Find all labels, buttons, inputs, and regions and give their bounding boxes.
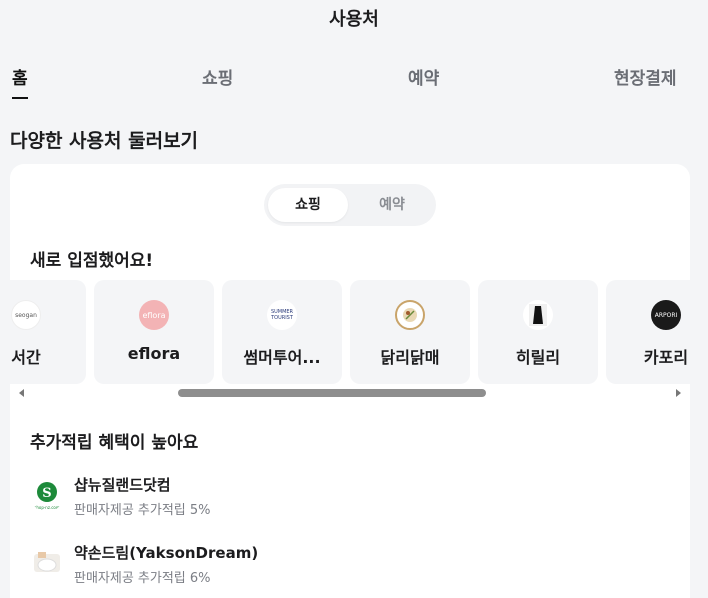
- capori-logo-icon: ARPORI: [651, 300, 681, 330]
- scrollbar-thumb[interactable]: [178, 389, 486, 397]
- store-tile-eflora[interactable]: eflora eflora: [94, 280, 214, 384]
- bonus-store-yaksondream[interactable]: 약손드림(YaksonDream) 판매자제공 추가적립 6%: [30, 534, 670, 590]
- shopnz-logo-graphic: S shop-nz.com: [34, 482, 60, 510]
- dress-icon: [529, 304, 547, 326]
- bonus-store-shopnz[interactable]: S shop-nz.com 샵뉴질랜드닷컴 판매자제공 추가적립 5%: [30, 466, 670, 522]
- page-header: 사용처: [0, 0, 708, 42]
- bonus-store-name: 약손드림(YaksonDream): [74, 544, 259, 562]
- stores-card: 쇼핑 예약 새로 입점했어요! seogan 서간 eflora eflora …: [10, 164, 690, 598]
- yaksondream-logo-icon: [30, 546, 64, 580]
- tab-onsite-payment[interactable]: 현장결제: [614, 64, 677, 97]
- eflora-logo-text: eflora: [142, 310, 166, 320]
- tab-home[interactable]: 홈: [12, 64, 28, 99]
- tab-shopping[interactable]: 쇼핑: [202, 64, 233, 97]
- scroll-right-arrow-icon[interactable]: [676, 389, 681, 397]
- svg-text:shop-nz.com: shop-nz.com: [34, 505, 60, 510]
- store-tile-summer-tourist[interactable]: SUMMER TOURIST 썸머투어...: [222, 280, 342, 384]
- tab-reservation[interactable]: 예약: [408, 64, 439, 97]
- store-name: 카포리: [643, 348, 689, 367]
- new-stores-title: 새로 입점했어요!: [30, 251, 154, 271]
- category-toggle: 쇼핑 예약: [264, 184, 436, 226]
- store-name: 히릴리: [515, 348, 561, 367]
- store-tile-chicken[interactable]: 닭리닭매: [350, 280, 470, 384]
- shopnz-logo-icon: S shop-nz.com: [30, 478, 64, 512]
- toggle-reservation[interactable]: 예약: [352, 188, 432, 222]
- bonus-stores-title: 추가적립 혜택이 높아요: [30, 433, 199, 453]
- store-name: 닭리닭매: [380, 348, 440, 367]
- bonus-store-desc: 판매자제공 추가적립 5%: [74, 503, 211, 518]
- eflora-logo-icon: eflora: [139, 300, 169, 330]
- capori-logo-text: ARPORI: [654, 311, 678, 319]
- seogan-logo-text: seogan: [15, 311, 37, 319]
- store-tile-hirili[interactable]: 히릴리: [478, 280, 598, 384]
- store-name: 서간: [11, 348, 41, 367]
- dress-logo-icon: [523, 300, 553, 330]
- scroll-left-arrow-icon[interactable]: [19, 389, 24, 397]
- seogan-logo-icon: seogan: [11, 300, 41, 330]
- chicken-icon: [403, 308, 417, 322]
- summer-tourist-logo-icon: SUMMER TOURIST: [267, 300, 297, 330]
- toggle-shopping[interactable]: 쇼핑: [268, 188, 348, 222]
- page-title: 사용처: [329, 9, 379, 30]
- store-name: 썸머투어...: [243, 348, 321, 367]
- store-tile-seogan[interactable]: seogan 서간: [10, 280, 86, 384]
- bonus-store-desc: 판매자제공 추가적립 6%: [74, 571, 211, 586]
- section-title: 다양한 사용처 둘러보기: [10, 130, 199, 152]
- yaksondream-logo-graphic: [34, 552, 60, 572]
- bonus-store-name: 샵뉴질랜드닷컴: [74, 476, 171, 494]
- store-name: eflora: [127, 344, 181, 363]
- summer-tourist-logo-text: SUMMER TOURIST: [270, 309, 294, 321]
- top-tab-bar: 홈 쇼핑 예약 현장결제: [0, 56, 708, 99]
- new-stores-carousel[interactable]: seogan 서간 eflora eflora SUMMER TOURIST 썸…: [10, 280, 690, 386]
- store-tile-capori[interactable]: ARPORI 카포리: [606, 280, 690, 384]
- carousel-scrollbar[interactable]: [10, 386, 690, 400]
- chicken-logo-icon: [395, 300, 425, 330]
- svg-text:S: S: [42, 486, 51, 501]
